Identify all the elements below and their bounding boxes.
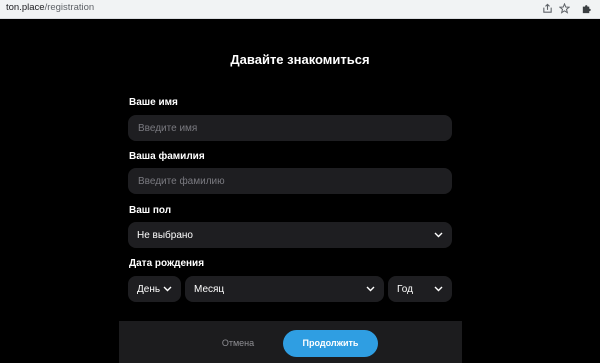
month-select[interactable]: Месяц <box>185 276 384 302</box>
browser-address-bar[interactable]: ton.place/registration <box>0 0 600 19</box>
day-select[interactable]: День <box>128 276 181 302</box>
cancel-button[interactable]: Отмена <box>210 336 266 350</box>
year-select-value: Год <box>397 283 413 295</box>
first-name-input[interactable] <box>128 115 452 141</box>
gender-label: Ваш пол <box>129 205 172 216</box>
url-path: /registration <box>44 2 95 13</box>
chevron-down-icon <box>434 232 443 238</box>
extensions-icon[interactable] <box>580 2 593 15</box>
chevron-down-icon <box>163 286 172 292</box>
url-host: ton.place <box>6 2 45 13</box>
last-name-input[interactable] <box>128 168 452 194</box>
last-name-label: Ваша фамилия <box>129 151 205 162</box>
gender-select-value: Не выбрано <box>137 229 193 241</box>
year-select[interactable]: Год <box>388 276 452 302</box>
continue-button[interactable]: Продолжить <box>283 330 378 357</box>
page-title: Давайте знакомиться <box>230 52 370 67</box>
chevron-down-icon <box>434 286 443 292</box>
share-icon[interactable] <box>541 2 554 15</box>
first-name-label: Ваше имя <box>129 97 178 108</box>
url-text[interactable]: ton.place/registration <box>6 2 94 13</box>
star-icon[interactable] <box>558 2 571 15</box>
month-select-value: Месяц <box>194 283 225 295</box>
chevron-down-icon <box>366 286 375 292</box>
gender-select[interactable]: Не выбрано <box>128 222 452 248</box>
day-select-value: День <box>137 283 161 295</box>
birthdate-label: Дата рождения <box>129 258 205 269</box>
